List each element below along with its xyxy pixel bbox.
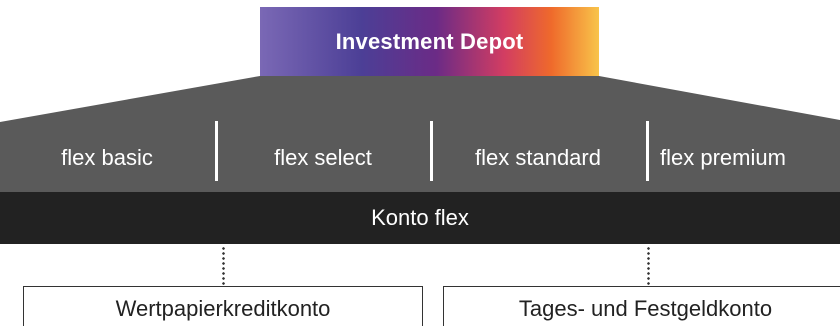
konto-flex-bar: Konto flex	[0, 192, 840, 244]
depot-connector-trapezoid	[0, 76, 840, 124]
account-label: Tages- und Festgeldkonto	[518, 296, 773, 321]
flex-option-label: flex standard	[475, 145, 601, 170]
flex-option-standard: flex standard	[432, 124, 644, 192]
flex-option-divider	[430, 121, 433, 181]
flex-option-divider	[646, 121, 649, 181]
flex-options-band: flex basic flex select flex standard fle…	[0, 124, 840, 192]
flex-option-label: flex basic	[61, 145, 153, 170]
wertpapierkreditkonto-box: Wertpapierkreditkonto	[23, 286, 423, 326]
flex-option-label: flex select	[274, 145, 372, 170]
dotted-connector-left	[222, 246, 225, 286]
account-label: Wertpapierkreditkonto	[115, 296, 331, 321]
flex-option-label: flex premium	[660, 145, 786, 170]
product-structure-diagram: Investment Depot flex basic flex select …	[0, 0, 840, 326]
investment-depot-box: Investment Depot	[260, 7, 599, 76]
flex-option-divider	[215, 121, 218, 181]
tages-festgeldkonto-box: Tages- und Festgeldkonto	[443, 286, 840, 326]
flex-option-select: flex select	[217, 124, 429, 192]
investment-depot-title: Investment Depot	[335, 28, 524, 54]
flex-option-basic: flex basic	[0, 124, 214, 192]
flex-option-premium: flex premium	[650, 124, 840, 192]
dotted-connector-right	[647, 246, 650, 286]
konto-flex-label: Konto flex	[371, 205, 469, 230]
